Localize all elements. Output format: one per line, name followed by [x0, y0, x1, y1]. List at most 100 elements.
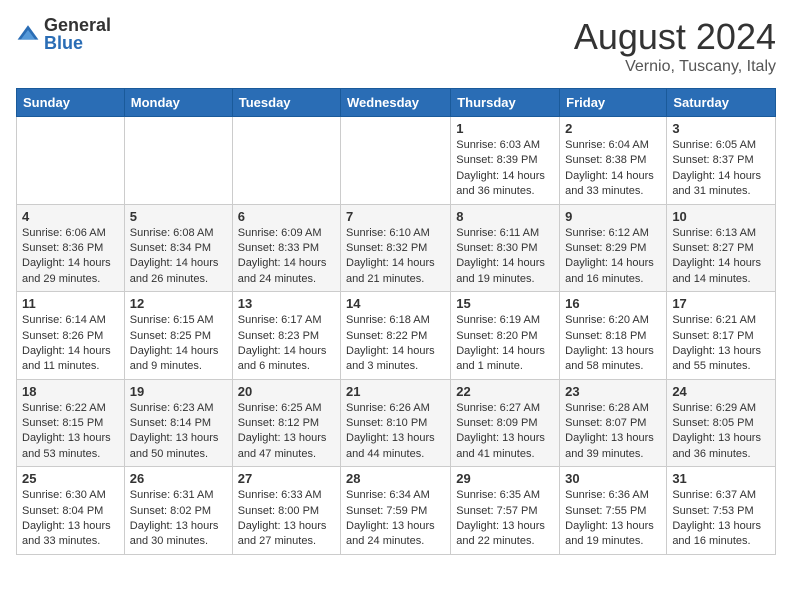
location-subtitle: Vernio, Tuscany, Italy	[574, 58, 776, 76]
day-info: Sunset: 8:02 PM	[130, 504, 227, 519]
day-info: Daylight: 13 hours and 55 minutes.	[672, 344, 770, 375]
calendar-week-row: 25Sunrise: 6:30 AMSunset: 8:04 PMDayligh…	[17, 467, 776, 555]
day-info: Sunset: 8:33 PM	[238, 241, 335, 256]
day-info: Sunrise: 6:22 AM	[22, 401, 119, 416]
day-info: Daylight: 14 hours and 19 minutes.	[456, 256, 554, 287]
day-info: Sunset: 8:05 PM	[672, 416, 770, 431]
day-info: Sunrise: 6:33 AM	[238, 488, 335, 503]
calendar-cell: 4Sunrise: 6:06 AMSunset: 8:36 PMDaylight…	[17, 204, 125, 292]
calendar-cell: 16Sunrise: 6:20 AMSunset: 8:18 PMDayligh…	[560, 292, 667, 380]
day-info: Daylight: 14 hours and 29 minutes.	[22, 256, 119, 287]
day-info: Sunset: 8:27 PM	[672, 241, 770, 256]
day-number: 8	[456, 209, 554, 224]
day-info: Sunset: 8:32 PM	[346, 241, 445, 256]
day-number: 30	[565, 471, 661, 486]
calendar-cell: 27 Sunrise: 6:33 AMSunset: 8:00 PMDayligh…	[232, 467, 340, 555]
day-info: Sunrise: 6:13 AM	[672, 226, 770, 241]
day-number: 27	[238, 471, 335, 486]
day-number: 17	[672, 296, 770, 311]
day-info: Daylight: 14 hours and 1 minute.	[456, 344, 554, 375]
day-number: 24	[672, 384, 770, 399]
calendar-cell: 17Sunrise: 6:21 AMSunset: 8:17 PMDayligh…	[667, 292, 776, 380]
day-number: 3	[672, 121, 770, 136]
day-number: 22	[456, 384, 554, 399]
day-info: Sunrise: 6:23 AM	[130, 401, 227, 416]
day-number: 4	[22, 209, 119, 224]
day-info: Daylight: 13 hours and 24 minutes.	[346, 519, 445, 550]
day-info: Sunset: 8:20 PM	[456, 329, 554, 344]
day-info: Sunrise: 6:27 AM	[456, 401, 554, 416]
day-info: Sunset: 8:23 PM	[238, 329, 335, 344]
day-info: Sunset: 8:29 PM	[565, 241, 661, 256]
day-info: Daylight: 13 hours and 44 minutes.	[346, 431, 445, 462]
calendar-cell: 3Sunrise: 6:05 AMSunset: 8:37 PMDaylight…	[667, 117, 776, 205]
day-info: Daylight: 13 hours and 22 minutes.	[456, 519, 554, 550]
day-info: Sunrise: 6:37 AM	[672, 488, 770, 503]
day-info: Sunrise: 6:11 AM	[456, 226, 554, 241]
day-info: Sunset: 8:17 PM	[672, 329, 770, 344]
calendar-cell: 23Sunrise: 6:28 AMSunset: 8:07 PMDayligh…	[560, 379, 667, 467]
logo-blue: Blue	[44, 34, 111, 52]
day-info: Sunrise: 6:19 AM	[456, 313, 554, 328]
day-info: Daylight: 14 hours and 3 minutes.	[346, 344, 445, 375]
day-info: Daylight: 13 hours and 53 minutes.	[22, 431, 119, 462]
calendar-cell: 9Sunrise: 6:12 AMSunset: 8:29 PMDaylight…	[560, 204, 667, 292]
day-info: Daylight: 13 hours and 58 minutes.	[565, 344, 661, 375]
day-info: Daylight: 13 hours and 47 minutes.	[238, 431, 335, 462]
day-info: Sunrise: 6:18 AM	[346, 313, 445, 328]
calendar-cell: 22Sunrise: 6:27 AMSunset: 8:09 PMDayligh…	[451, 379, 560, 467]
day-info: Sunset: 8:22 PM	[346, 329, 445, 344]
calendar-cell: 14 Sunrise: 6:18 AMSunset: 8:22 PMDayligh…	[341, 292, 451, 380]
day-info: Sunset: 8:38 PM	[565, 153, 661, 168]
day-info: Daylight: 13 hours and 27 minutes.	[238, 519, 335, 550]
header-day: Monday	[124, 89, 232, 117]
page-header: General Blue August 2024 Vernio, Tuscany…	[16, 16, 776, 76]
calendar-cell: 15 Sunrise: 6:19 AMSunset: 8:20 PMDayligh…	[451, 292, 560, 380]
day-info: Sunrise: 6:14 AM	[22, 313, 119, 328]
day-number: 15	[456, 296, 554, 311]
day-info: Sunset: 8:36 PM	[22, 241, 119, 256]
header-day: Wednesday	[341, 89, 451, 117]
calendar-cell	[124, 117, 232, 205]
header-day: Thursday	[451, 89, 560, 117]
day-number: 5	[130, 209, 227, 224]
day-number: 16	[565, 296, 661, 311]
calendar-cell: 30Sunrise: 6:36 AMSunset: 7:55 PMDayligh…	[560, 467, 667, 555]
logo: General Blue	[16, 16, 111, 52]
day-number: 11	[22, 296, 119, 311]
calendar-cell: 25Sunrise: 6:30 AMSunset: 8:04 PMDayligh…	[17, 467, 125, 555]
calendar-cell: 29Sunrise: 6:35 AMSunset: 7:57 PMDayligh…	[451, 467, 560, 555]
day-info: Daylight: 14 hours and 26 minutes.	[130, 256, 227, 287]
calendar-cell: 13Sunrise: 6:17 AMSunset: 8:23 PMDayligh…	[232, 292, 340, 380]
header-row: SundayMondayTuesdayWednesdayThursdayFrid…	[17, 89, 776, 117]
day-info: Sunset: 8:34 PM	[130, 241, 227, 256]
calendar-cell: 18Sunrise: 6:22 AMSunset: 8:15 PMDayligh…	[17, 379, 125, 467]
day-number: 12	[130, 296, 227, 311]
day-info: Daylight: 14 hours and 9 minutes.	[130, 344, 227, 375]
day-info: Daylight: 14 hours and 16 minutes.	[565, 256, 661, 287]
day-info: Sunset: 8:07 PM	[565, 416, 661, 431]
day-info: Sunset: 8:12 PM	[238, 416, 335, 431]
day-info: Sunset: 7:59 PM	[346, 504, 445, 519]
header-day: Saturday	[667, 89, 776, 117]
day-info: Sunrise: 6:28 AM	[565, 401, 661, 416]
day-info: Sunset: 8:14 PM	[130, 416, 227, 431]
day-info: Daylight: 13 hours and 41 minutes.	[456, 431, 554, 462]
day-info: Sunrise: 6:35 AM	[456, 488, 554, 503]
day-info: Sunset: 8:00 PM	[238, 504, 335, 519]
day-info: Sunrise: 6:04 AM	[565, 138, 661, 153]
calendar-cell: 1Sunrise: 6:03 AMSunset: 8:39 PMDaylight…	[451, 117, 560, 205]
day-info: Sunrise: 6:08 AM	[130, 226, 227, 241]
month-title: August 2024	[574, 16, 776, 58]
day-info: Sunset: 7:53 PM	[672, 504, 770, 519]
day-number: 23	[565, 384, 661, 399]
day-info: Sunrise: 6:34 AM	[346, 488, 445, 503]
day-info: Daylight: 14 hours and 6 minutes.	[238, 344, 335, 375]
day-info: Daylight: 14 hours and 31 minutes.	[672, 169, 770, 200]
day-info: Daylight: 13 hours and 19 minutes.	[565, 519, 661, 550]
day-info: Daylight: 13 hours and 33 minutes.	[22, 519, 119, 550]
calendar-week-row: 1Sunrise: 6:03 AMSunset: 8:39 PMDaylight…	[17, 117, 776, 205]
day-number: 31	[672, 471, 770, 486]
day-info: Sunrise: 6:12 AM	[565, 226, 661, 241]
day-number: 14	[346, 296, 445, 311]
